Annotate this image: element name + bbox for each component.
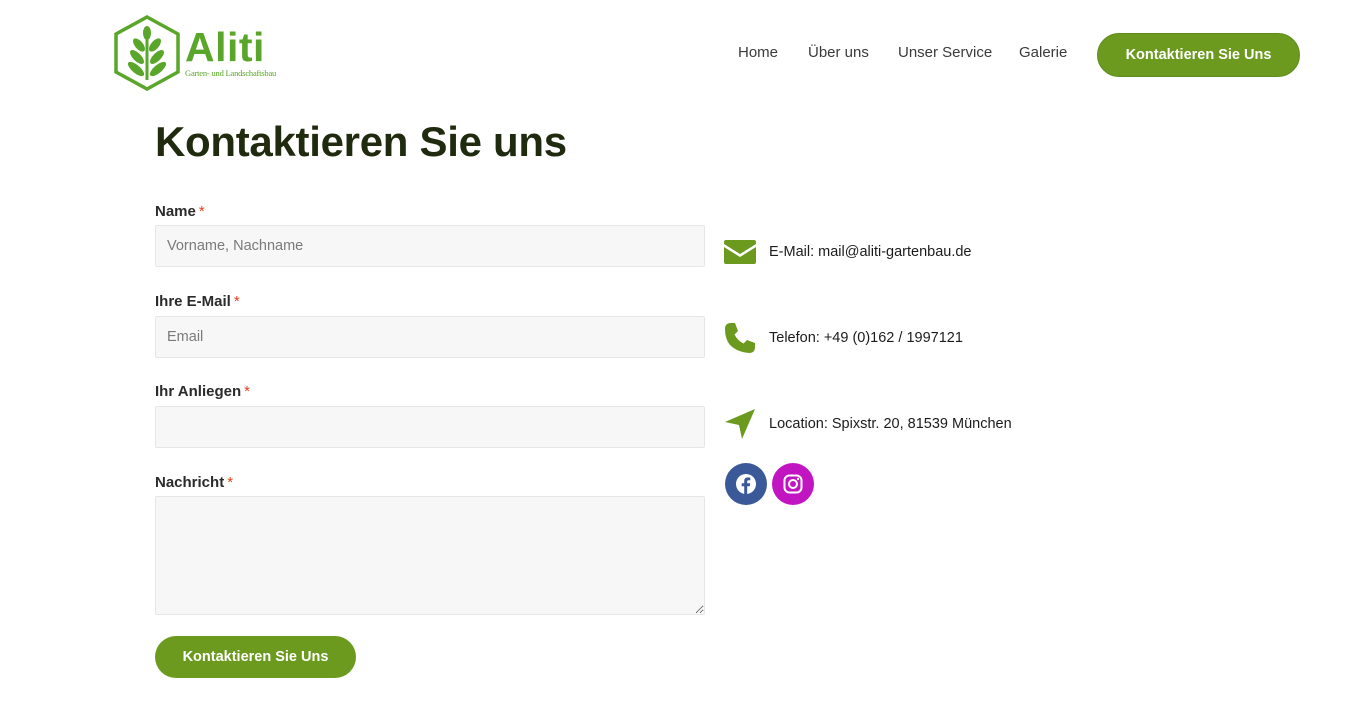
nav-service[interactable]: Unser Service bbox=[898, 44, 992, 61]
message-label: Nachricht * bbox=[155, 474, 233, 491]
required-marker: * bbox=[244, 383, 250, 400]
brand-tagline: Garten- und Landschaftsbau bbox=[185, 67, 277, 78]
message-label-text: Nachricht bbox=[155, 474, 225, 491]
message-field[interactable] bbox=[155, 496, 705, 615]
nav-about[interactable]: Über uns bbox=[808, 44, 869, 61]
name-label-text: Name bbox=[155, 203, 196, 220]
facebook-button[interactable] bbox=[725, 463, 767, 505]
contact-location: Location: Spixstr. 20, 81539 München bbox=[724, 408, 1012, 440]
phone-text[interactable]: Telefon: +49 (0)162 / 1997121 bbox=[769, 330, 963, 346]
brand-logo[interactable]: Aliti Garten- und Landschaftsbau bbox=[113, 14, 276, 92]
header-contact-button[interactable]: Kontaktieren Sie Uns bbox=[1097, 33, 1300, 77]
nav-home[interactable]: Home bbox=[738, 44, 778, 61]
nav-gallery[interactable]: Galerie bbox=[1019, 44, 1067, 61]
page-title: Kontaktieren Sie uns bbox=[155, 118, 567, 165]
location-text: Location: Spixstr. 20, 81539 München bbox=[769, 416, 1012, 432]
brand-name: Aliti bbox=[185, 23, 265, 70]
instagram-icon bbox=[783, 474, 803, 494]
required-marker: * bbox=[227, 474, 234, 491]
facebook-icon bbox=[736, 474, 756, 494]
contact-phone: Telefon: +49 (0)162 / 1997121 bbox=[724, 322, 963, 354]
concern-field[interactable] bbox=[155, 406, 705, 448]
leaf-hexagon-logo-icon bbox=[114, 15, 180, 91]
location-arrow-icon bbox=[724, 408, 758, 440]
email-label: Ihre E-Mail * bbox=[155, 293, 240, 310]
email-text[interactable]: E-Mail: mail@aliti-gartenbau.de bbox=[769, 244, 972, 260]
logo-text: Aliti Garten- und Landschaftsbau bbox=[185, 23, 277, 78]
required-marker: * bbox=[233, 293, 240, 310]
required-marker: * bbox=[198, 203, 205, 220]
submit-button[interactable]: Kontaktieren Sie Uns bbox=[155, 636, 356, 678]
email-field[interactable] bbox=[155, 316, 705, 358]
contact-email: E-Mail: mail@aliti-gartenbau.de bbox=[724, 240, 972, 264]
concern-label: Ihr Anliegen * bbox=[155, 383, 250, 400]
name-label: Name * bbox=[155, 203, 205, 220]
concern-label-text: Ihr Anliegen bbox=[155, 383, 242, 400]
name-field[interactable] bbox=[155, 225, 705, 267]
phone-icon bbox=[724, 322, 758, 354]
email-label-text: Ihre E-Mail bbox=[155, 293, 231, 310]
envelope-icon bbox=[724, 240, 758, 264]
instagram-button[interactable] bbox=[772, 463, 814, 505]
